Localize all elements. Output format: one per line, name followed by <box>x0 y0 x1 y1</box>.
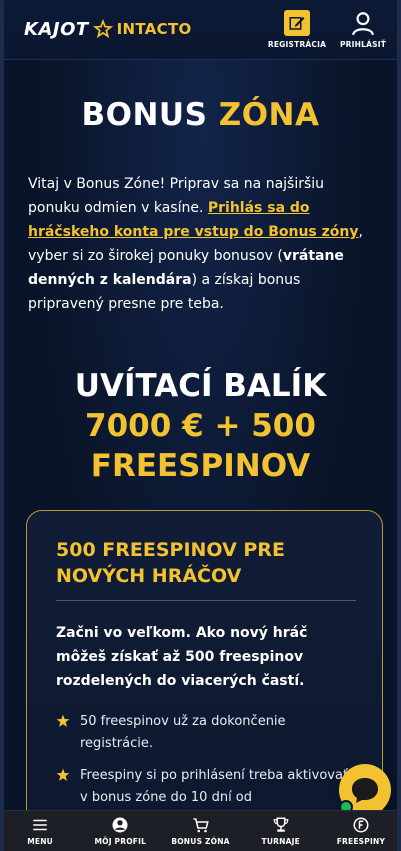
site-header: KAJOT INTACTO REGISTRÁCIA PRIHLÁSIŤ <box>0 0 401 60</box>
logo-kajot-text: KAJOT <box>24 18 89 40</box>
nav-freespins-label: FREESPINY <box>336 837 386 846</box>
freespins-card: 500 FREESPINOV PRE NOVÝCH HRÁČOV Začni v… <box>26 510 383 810</box>
star-icon <box>56 768 70 781</box>
login-label: PRIHLÁSIŤ <box>339 40 387 49</box>
page-title: BONUS ZÓNA <box>4 97 397 133</box>
nav-freespins[interactable]: FREESPINY <box>321 811 401 851</box>
nav-tournaments[interactable]: TURNAJE <box>241 811 321 851</box>
welcome-line-3: FREESPINOV <box>90 448 311 484</box>
hamburger-icon <box>33 819 47 831</box>
logo-intacto-text: INTACTO <box>116 20 192 38</box>
register-button[interactable]: REGISTRÁCIA <box>266 10 328 49</box>
bullet-text: 50 freespinov už za dokončenie registrác… <box>80 714 286 751</box>
star-icon <box>92 18 113 39</box>
card-bullet-list: 50 freespinov už za dokončenie registrác… <box>56 711 356 810</box>
card-title: 500 FREESPINOV PRE NOVÝCH HRÁČOV <box>56 539 285 587</box>
nav-bonus-label: BONUS ZÓNA <box>171 837 230 846</box>
register-label: REGISTRÁCIA <box>267 40 327 49</box>
card-text: Začni vo veľkom. Ako nový hráč môžeš zís… <box>56 625 308 689</box>
welcome-package-heading: UVÍTACÍ BALÍK 7000 € + 500 FREESPINOV <box>4 366 397 486</box>
login-button[interactable]: PRIHLÁSIŤ <box>336 10 390 49</box>
card-divider <box>56 600 356 601</box>
pencil-square-icon <box>284 10 310 36</box>
trophy-icon <box>273 817 289 832</box>
nav-profile[interactable]: MÔJ PROFIL <box>80 811 160 851</box>
bottom-nav: MENU MÔJ PROFIL BONUS ZÓNA TURNAJE FREES… <box>0 810 401 851</box>
list-item: 50 freespinov už za dokončenie registrác… <box>56 711 356 755</box>
page-title-white: BONUS <box>81 97 208 133</box>
user-icon <box>352 12 374 36</box>
spin-icon <box>353 817 369 833</box>
chat-bubble-icon <box>352 778 378 803</box>
welcome-line-1: UVÍTACÍ BALÍK <box>74 368 327 404</box>
nav-bonus-zone[interactable]: BONUS ZÓNA <box>160 811 240 851</box>
welcome-line-2: 7000 € + 500 <box>85 408 316 444</box>
star-icon <box>56 714 70 727</box>
intro-paragraph: Vitaj v Bonus Zóne! Priprav sa na najšir… <box>28 172 378 316</box>
main-content: BONUS ZÓNA Vitaj v Bonus Zóne! Priprav s… <box>4 60 397 810</box>
nav-menu-label: MENU <box>27 837 53 846</box>
page-title-yellow: ZÓNA <box>218 97 320 133</box>
list-item: Freespiny si po prihlásení treba aktivov… <box>56 765 356 809</box>
site-logo[interactable]: KAJOT INTACTO <box>24 16 192 42</box>
nav-tournaments-label: TURNAJE <box>261 837 300 846</box>
cart-icon <box>193 818 209 833</box>
nav-menu[interactable]: MENU <box>0 811 80 851</box>
nav-profile-label: MÔJ PROFIL <box>94 837 147 846</box>
bullet-text: Freespiny si po prihlásení treba aktivov… <box>80 768 349 805</box>
user-circle-icon <box>112 817 128 833</box>
